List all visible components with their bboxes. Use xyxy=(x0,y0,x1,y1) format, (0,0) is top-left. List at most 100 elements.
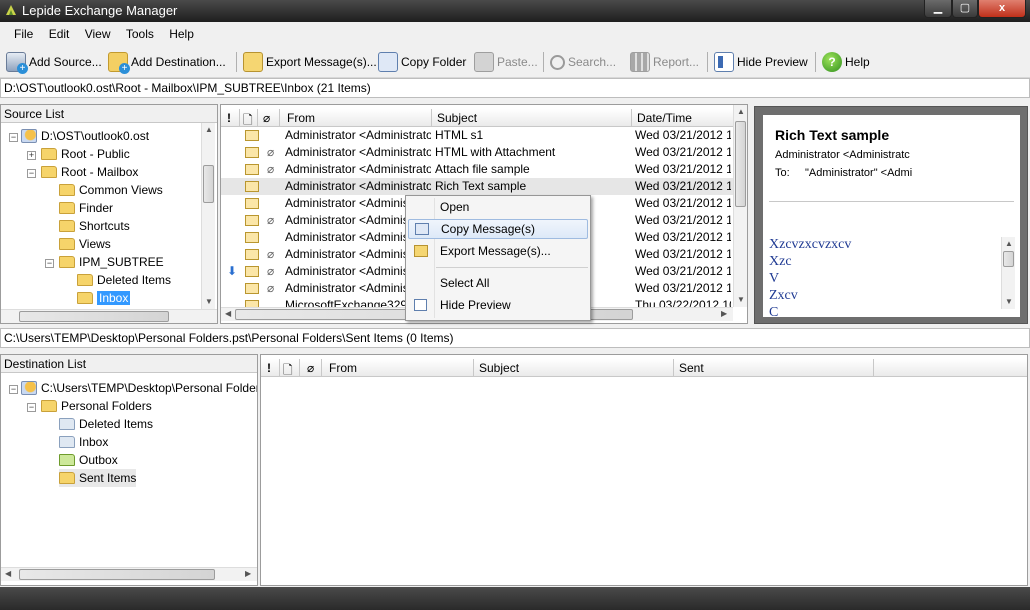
message-from: Administrator <Administrator... xyxy=(285,145,431,159)
message-row[interactable]: Administrator <Administrator... HTML s1 We… xyxy=(221,127,733,144)
tree-item-dest-deleted-items[interactable]: Deleted Items xyxy=(59,415,153,433)
message-row[interactable]: ⌀ Administrator <Administrator... HTML wit… xyxy=(221,144,733,161)
message-row[interactable]: ⌀ Administrator <Administrator... Attach f… xyxy=(221,161,733,178)
preview-body-line: V xyxy=(769,271,780,286)
menu-tools[interactable]: Tools xyxy=(120,24,160,44)
inbox-icon xyxy=(59,435,75,448)
copy-document-icon xyxy=(378,52,398,72)
tree-item-personal-folders[interactable]: Personal Folders xyxy=(41,397,152,415)
preview-vscrollbar[interactable]: ▲ ▼ xyxy=(1001,237,1015,309)
destination-path: C:\Users\TEMP\Desktop\Personal Folders.p… xyxy=(4,331,454,345)
preview-from: Administrator <Administratc xyxy=(775,149,910,161)
message-date: Wed 03/21/2012 18 xyxy=(635,162,731,176)
tree-item-deleted-items[interactable]: Deleted Items xyxy=(77,271,171,289)
context-hide-preview[interactable]: Hide Preview xyxy=(408,295,588,315)
tree-item-label: Root - Mailbox xyxy=(61,165,139,179)
close-button[interactable]: x xyxy=(978,0,1026,18)
context-open[interactable]: Open xyxy=(408,197,588,217)
message-date: Wed 03/21/2012 19 xyxy=(635,247,731,261)
window-title: Lepide Exchange Manager xyxy=(22,3,178,18)
column-subject[interactable]: Subject xyxy=(437,111,477,125)
tree-item-dest-sent-items[interactable]: Sent Items xyxy=(59,469,137,487)
tree-item-inbox[interactable]: Inbox xyxy=(77,289,131,307)
toolbar: + Add Source... + Add Destination... Exp… xyxy=(0,46,1030,78)
tree-item-ost-file[interactable]: D:\OST\outlook0.ost xyxy=(21,127,149,145)
column-from[interactable]: From xyxy=(287,111,315,125)
item-type-column-icon[interactable]: 🗋 xyxy=(283,361,293,382)
tree-item-pst-file[interactable]: C:\Users\TEMP\Desktop\Personal Folder xyxy=(21,379,258,397)
preview-body-line: Xzc xyxy=(769,254,792,269)
preview-pane-icon xyxy=(414,299,427,311)
importance-column-icon[interactable]: ! xyxy=(227,111,231,125)
importance-column-icon[interactable]: ! xyxy=(267,361,271,375)
database-add-icon: + xyxy=(6,52,28,74)
attachment-column-icon[interactable]: ⌀ xyxy=(263,111,270,125)
title-bar: Lepide Exchange Manager ▁ ▢ x xyxy=(0,0,1030,22)
collapse-toggle[interactable]: − xyxy=(27,403,36,412)
scroll-thumb[interactable] xyxy=(203,165,214,203)
scroll-thumb[interactable] xyxy=(19,569,215,580)
copy-folder-button[interactable]: Copy Folder xyxy=(378,50,466,74)
folder-icon xyxy=(77,273,93,286)
context-select-all[interactable]: Select All xyxy=(408,273,588,293)
envelope-icon xyxy=(245,300,259,307)
add-source-button[interactable]: + Add Source... xyxy=(6,50,102,74)
tree-item-label: Inbox xyxy=(97,291,131,305)
context-copy-messages[interactable]: Copy Message(s) xyxy=(408,219,588,239)
tree-item-label: Views xyxy=(79,237,111,251)
destination-list-panel: Destination List − C:\Users\TEMP\Desktop… xyxy=(0,354,258,586)
menu-edit[interactable]: Edit xyxy=(43,24,76,44)
source-path: D:\OST\outlook0.ost\Root - Mailbox\IPM_S… xyxy=(4,81,371,95)
help-label: Help xyxy=(845,55,870,69)
collapse-toggle[interactable]: − xyxy=(27,169,36,178)
dest-column-sent[interactable]: Sent xyxy=(679,361,704,375)
scroll-thumb[interactable] xyxy=(735,121,746,207)
tree-item-root-public[interactable]: Root - Public xyxy=(41,145,130,163)
export-messages-button[interactable]: Export Message(s)... xyxy=(243,50,377,74)
tree-item-dest-inbox[interactable]: Inbox xyxy=(59,433,108,451)
help-button[interactable]: ? Help xyxy=(822,50,870,74)
scroll-thumb[interactable] xyxy=(1003,251,1014,267)
hide-preview-button[interactable]: Hide Preview xyxy=(714,50,808,74)
message-list-vscrollbar[interactable]: ▲ ▼ xyxy=(733,105,747,307)
menu-file[interactable]: File xyxy=(8,24,39,44)
context-hide-preview-label: Hide Preview xyxy=(440,298,511,312)
collapse-toggle[interactable]: − xyxy=(9,133,18,142)
tree-item-dest-outbox[interactable]: Outbox xyxy=(59,451,118,469)
tree-item-finder[interactable]: Finder xyxy=(59,199,113,217)
source-list-hscrollbar[interactable] xyxy=(1,309,217,323)
expand-toggle[interactable]: + xyxy=(27,151,36,160)
tree-item-label: C:\Users\TEMP\Desktop\Personal Folder xyxy=(41,381,258,395)
preview-body-line: Zxcv xyxy=(769,288,798,303)
maximize-button[interactable]: ▢ xyxy=(952,0,978,18)
message-subject: Rich Text sample xyxy=(435,179,527,193)
add-source-label: Add Source... xyxy=(29,55,102,69)
source-list-vscrollbar[interactable]: ▲ ▼ xyxy=(201,123,215,309)
attachment-column-icon[interactable]: ⌀ xyxy=(307,361,314,375)
tree-item-label: Personal Folders xyxy=(61,399,152,413)
menu-help[interactable]: Help xyxy=(163,24,200,44)
collapse-toggle[interactable]: − xyxy=(9,385,18,394)
column-date[interactable]: Date/Time xyxy=(637,111,692,125)
search-button[interactable]: Search... xyxy=(550,50,616,74)
attachment-icon: ⌀ xyxy=(267,213,275,227)
message-row[interactable]: Administrator <Administrator... Rich Text… xyxy=(221,178,733,195)
destination-list-hscrollbar[interactable]: ◀ ▶ xyxy=(1,567,257,581)
preview-divider xyxy=(769,201,1014,202)
context-export-messages[interactable]: Export Message(s)... xyxy=(408,241,588,261)
status-bar xyxy=(0,587,1030,610)
tree-item-ipm-subtree[interactable]: IPM_SUBTREE xyxy=(59,253,164,271)
add-destination-button[interactable]: + Add Destination... xyxy=(108,50,226,74)
tree-item-views[interactable]: Views xyxy=(59,235,111,253)
minimize-button[interactable]: ▁ xyxy=(924,0,952,18)
tree-item-root-mailbox[interactable]: Root - Mailbox xyxy=(41,163,138,181)
report-button[interactable]: Report... xyxy=(630,50,699,74)
tree-item-common-views[interactable]: Common Views xyxy=(59,181,163,199)
scroll-thumb[interactable] xyxy=(19,311,169,322)
dest-column-from[interactable]: From xyxy=(329,361,357,375)
collapse-toggle[interactable]: − xyxy=(45,259,54,268)
paste-button[interactable]: Paste... xyxy=(474,50,538,74)
menu-view[interactable]: View xyxy=(79,24,117,44)
dest-column-subject[interactable]: Subject xyxy=(479,361,519,375)
tree-item-shortcuts[interactable]: Shortcuts xyxy=(59,217,130,235)
